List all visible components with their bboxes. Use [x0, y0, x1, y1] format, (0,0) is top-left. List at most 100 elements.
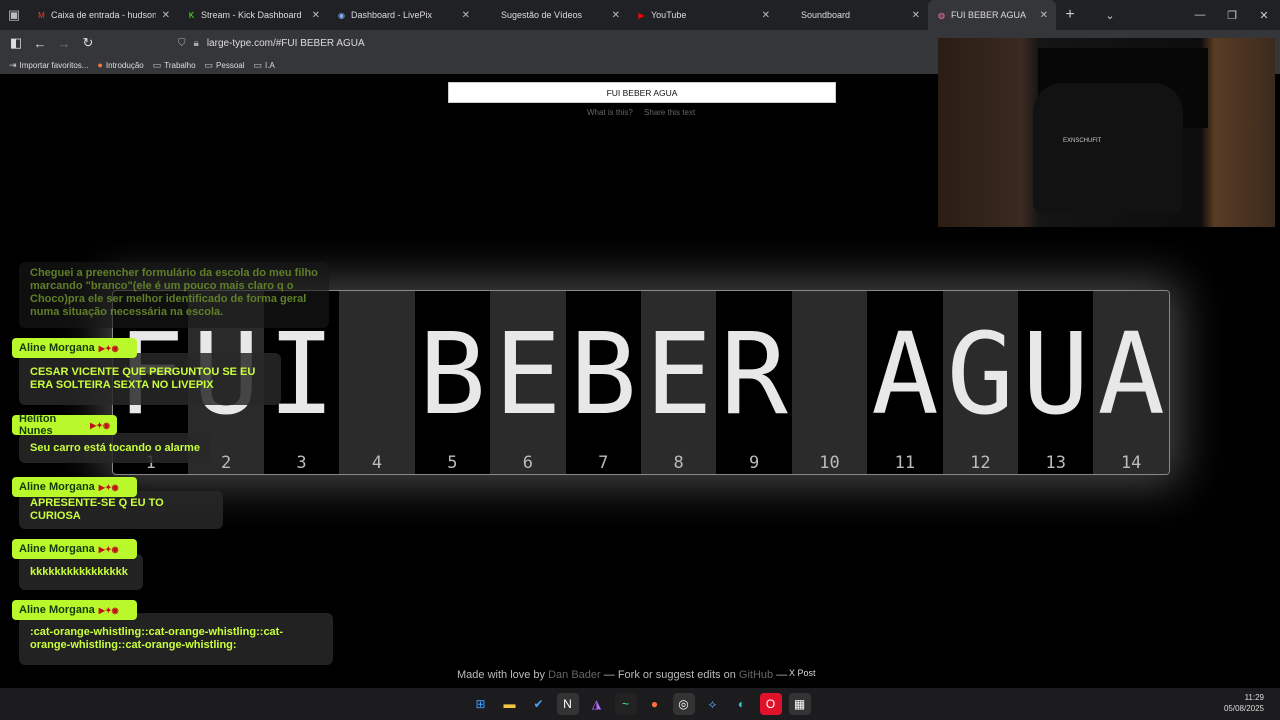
url-text[interactable]: large-type.com/#FUI BEBER AGUA	[207, 38, 365, 49]
character-index: 4	[371, 453, 383, 473]
tab-2[interactable]: ◉ Dashboard - LivePix ✕	[328, 0, 478, 30]
character-glyph: A	[1097, 310, 1165, 440]
tab-6[interactable]: ◍ FUI BEBER AGUA ✕	[928, 0, 1056, 30]
affinity-icon[interactable]: ◮	[586, 693, 608, 715]
todo-icon[interactable]: ✔	[528, 693, 550, 715]
new-tab-icon[interactable]: +	[1056, 6, 1084, 24]
clock-date: 05/08/2025	[1223, 704, 1264, 713]
gmail-icon: M	[38, 10, 45, 20]
username-text: Aline Morgana	[19, 604, 95, 616]
x-post-button[interactable]: X Post	[789, 668, 816, 678]
character-glyph: G	[946, 310, 1015, 440]
tab-3[interactable]: Sugestão de Vídeos ✕	[478, 0, 628, 30]
livepix-icon: ◉	[338, 10, 345, 20]
tab-0[interactable]: M Caixa de entrada - hudsonfabio ✕	[28, 0, 178, 30]
bookmark-item[interactable]: ▭ I.A	[254, 60, 275, 71]
windows-icon[interactable]: ⊞	[470, 693, 492, 715]
character-glyph: A	[871, 310, 939, 440]
calendar-icon[interactable]: ▦	[788, 693, 811, 715]
username-text: Aline Morgana	[19, 543, 95, 555]
tab-label: Stream - Kick Dashboard	[201, 10, 302, 20]
forward-icon[interactable]: →	[52, 36, 76, 51]
character-index: 13	[1045, 453, 1066, 473]
tab-label: YouTube	[651, 10, 687, 20]
top-links: What is this? Share this text	[587, 108, 704, 117]
firefox-icon[interactable]: ●	[644, 693, 666, 715]
character-cell: 4	[339, 291, 415, 474]
close-tab-icon[interactable]: ✕	[162, 10, 170, 21]
character-cell: R9	[716, 291, 791, 474]
close-tab-icon[interactable]: ✕	[1040, 10, 1048, 21]
minimize-icon[interactable]: —	[1184, 9, 1216, 21]
character-index: 7	[598, 453, 609, 473]
sidebar-icon[interactable]: ◧	[4, 35, 28, 51]
stream-tool-icon[interactable]: ⟡	[702, 693, 724, 715]
bookmark-item[interactable]: ● Introdução	[97, 60, 143, 70]
tab-4[interactable]: ▶ YouTube ✕	[628, 0, 778, 30]
tab-search-icon[interactable]: ⌄	[1096, 9, 1124, 22]
close-tab-icon[interactable]: ✕	[462, 10, 470, 21]
bookmark-label: Pessoal	[216, 60, 245, 70]
footer-mid-text: — Fork or suggest edits on	[603, 669, 736, 681]
text-input[interactable]: FUI BEBER AGUA	[448, 82, 836, 103]
what-is-this-link[interactable]: What is this?	[587, 108, 633, 117]
character-cell: A 11	[867, 291, 942, 474]
user-badges-icon: ▶✦◉	[98, 482, 119, 492]
youtube-icon: ▶	[638, 10, 645, 20]
address-bar[interactable]: ⛉ 🔒︎ large-type.com/#FUI BEBER AGUA	[178, 34, 365, 52]
character-index: 12	[970, 453, 991, 473]
opera-icon[interactable]: O	[759, 693, 782, 715]
github-link[interactable]: GitHub	[739, 669, 773, 681]
character-glyph: R	[720, 310, 788, 440]
maximize-icon[interactable]: ❐	[1216, 9, 1248, 22]
notion-icon[interactable]: N	[556, 693, 579, 715]
import-icon: ⇥	[9, 59, 17, 70]
character-glyph: B	[569, 310, 637, 440]
browser-tab-bar: ▣ M Caixa de entrada - hudsonfabio ✕ K Strea…	[0, 0, 1280, 30]
character-index: 11	[894, 453, 916, 473]
tab-1[interactable]: K Stream - Kick Dashboard ✕	[178, 0, 328, 30]
bookmark-item[interactable]: ▭ Pessoal	[205, 60, 245, 71]
obs-icon[interactable]: ◎	[672, 693, 695, 715]
close-tab-icon[interactable]: ✕	[312, 10, 320, 21]
bookmark-item[interactable]: ⇥ Importar favoritos...	[9, 60, 88, 71]
terminal-icon[interactable]: ~	[614, 693, 637, 715]
character-index: 14	[1120, 453, 1142, 473]
footer-made-text: Made with love by	[457, 669, 546, 681]
windows-taskbar: ⊞ ▬ ✔ N ◮ ~ ● ◎ ⟡ ◐ O ▦	[0, 688, 1280, 720]
system-clock[interactable]: 11:29 05/08/2025	[1224, 692, 1264, 714]
edge-icon[interactable]: ◐	[731, 693, 753, 715]
user-badges-icon: ▶✦◉	[98, 605, 119, 615]
lock-icon[interactable]: 🔒︎	[194, 38, 199, 49]
tab-5[interactable]: Soundboard ✕	[778, 0, 928, 30]
bookmark-label: Importar favoritos...	[19, 60, 89, 70]
character-index: 5	[447, 453, 458, 473]
gaming-chair-shape	[1033, 83, 1183, 213]
back-icon[interactable]: ←	[28, 36, 52, 51]
character-cell: B7	[566, 291, 641, 474]
chat-username: Heliton Nunes ▶✦◉	[12, 413, 117, 437]
close-tab-icon[interactable]: ✕	[912, 10, 920, 21]
file-explorer-icon[interactable]: ▬	[499, 693, 521, 715]
large-type-icon: ◍	[938, 10, 945, 20]
author-link[interactable]: Dan Bader	[548, 669, 601, 681]
tab-label: Caixa de entrada - hudsonfabio	[51, 10, 156, 20]
firefox-icon: ●	[97, 60, 103, 70]
reload-icon[interactable]: ↻	[76, 35, 100, 51]
tab-label: Dashboard - LivePix	[351, 10, 433, 20]
character-index: 10	[819, 453, 840, 473]
tab-label: FUI BEBER AGUA	[951, 10, 1027, 20]
shield-icon[interactable]: ⛉	[178, 38, 186, 49]
webcam-overlay: EXNSCHUFIT	[938, 38, 1275, 227]
close-tab-icon[interactable]: ✕	[612, 10, 620, 21]
chat-message-text: :cat-orange-whistling::cat-orange-whistl…	[19, 613, 333, 665]
close-window-icon[interactable]: ✕	[1248, 9, 1280, 22]
share-link[interactable]: Share this text	[644, 108, 695, 117]
bookmark-item[interactable]: ▭ Trabalho	[153, 60, 196, 71]
window-controls: — ❐ ✕	[1184, 0, 1280, 30]
username-text: Heliton Nunes	[19, 413, 57, 437]
user-badges-icon: ▶✦◉	[98, 343, 119, 353]
close-tab-icon[interactable]: ✕	[762, 10, 770, 21]
tab-actions-icon[interactable]: ▣	[0, 0, 28, 30]
character-cell: A 14	[1093, 291, 1169, 474]
